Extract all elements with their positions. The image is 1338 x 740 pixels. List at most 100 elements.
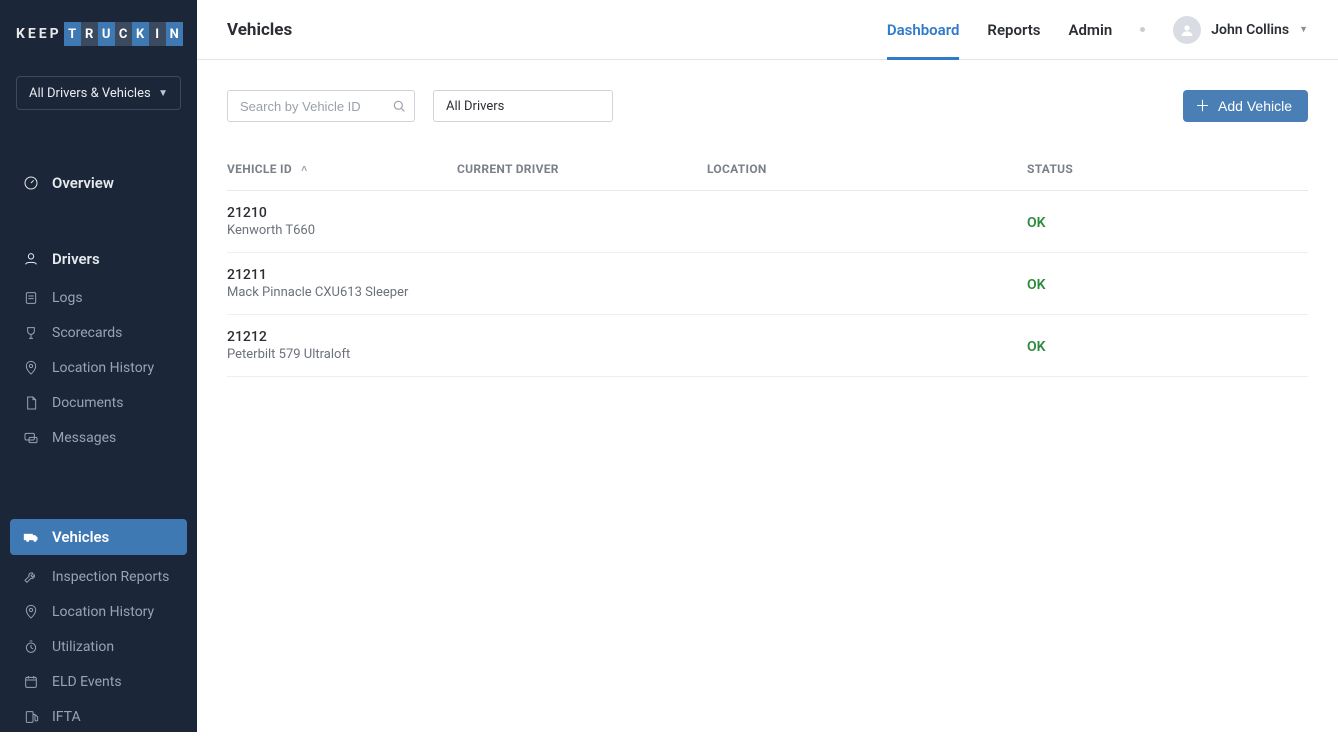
nav-reports[interactable]: Reports bbox=[987, 0, 1040, 60]
topbar: Vehicles Dashboard Reports Admin John Co… bbox=[197, 0, 1338, 60]
status-badge: OK bbox=[1027, 215, 1046, 231]
sidebar-item-utilization[interactable]: Utilization bbox=[0, 629, 197, 664]
col-current-driver[interactable]: CURRENT DRIVER bbox=[457, 162, 707, 191]
sidebar-item-ifta[interactable]: IFTA bbox=[0, 699, 197, 734]
vehicle-id: 21211 bbox=[227, 267, 449, 283]
sidebar-item-scorecards[interactable]: Scorecards bbox=[0, 315, 197, 350]
sidebar-item-label: Logs bbox=[52, 290, 83, 306]
sidebar-item-location-history-vehicles[interactable]: Location History bbox=[0, 594, 197, 629]
col-status[interactable]: STATUS bbox=[1027, 162, 1308, 191]
sidebar-item-label: ELD Events bbox=[52, 674, 122, 690]
search-input[interactable] bbox=[227, 90, 415, 122]
logo-letter: R bbox=[81, 22, 98, 46]
nav-group-drivers: Drivers Logs Scorecards Location History… bbox=[0, 232, 197, 461]
table-row[interactable]: 21210 Kenworth T660 OK bbox=[227, 191, 1308, 253]
logs-icon bbox=[22, 289, 40, 307]
sidebar-item-overview[interactable]: Overview bbox=[0, 162, 197, 204]
vehicle-id: 21212 bbox=[227, 329, 449, 345]
logo-letter: T bbox=[64, 22, 81, 46]
map-pin-icon bbox=[22, 359, 40, 377]
col-label: STATUS bbox=[1027, 162, 1073, 176]
sort-asc-icon: ˄ bbox=[301, 164, 307, 175]
calendar-icon bbox=[22, 673, 40, 691]
scope-label: All Drivers & Vehicles bbox=[29, 86, 151, 101]
status-badge: OK bbox=[1027, 277, 1046, 293]
status-badge: OK bbox=[1027, 339, 1046, 355]
col-label: VEHICLE ID bbox=[227, 162, 292, 176]
nav-admin[interactable]: Admin bbox=[1068, 0, 1112, 60]
avatar-icon bbox=[1173, 16, 1201, 44]
scope-selector[interactable]: All Drivers & Vehicles ▼ bbox=[16, 76, 181, 110]
vehicle-model: Peterbilt 579 Ultraloft bbox=[227, 347, 449, 362]
chat-icon bbox=[22, 429, 40, 447]
logo-letter: N bbox=[166, 22, 183, 46]
user-icon bbox=[22, 250, 40, 268]
nav-divider-dot bbox=[1140, 27, 1145, 32]
cell-location bbox=[707, 253, 1027, 315]
sidebar-item-label: Utilization bbox=[52, 639, 114, 655]
sidebar-item-label: Inspection Reports bbox=[52, 569, 169, 585]
plus-icon: ＋ bbox=[1195, 99, 1210, 114]
page-title: Vehicles bbox=[227, 20, 292, 40]
fuel-icon bbox=[22, 708, 40, 726]
nav-group-vehicles: Vehicles Inspection Reports Location His… bbox=[0, 509, 197, 740]
cell-location bbox=[707, 315, 1027, 377]
table-row[interactable]: 21211 Mack Pinnacle CXU613 Sleeper OK bbox=[227, 253, 1308, 315]
table-row[interactable]: 21212 Peterbilt 579 Ultraloft OK bbox=[227, 315, 1308, 377]
sidebar-item-label: Overview bbox=[52, 174, 114, 192]
sidebar-item-label: Documents bbox=[52, 395, 123, 411]
trophy-icon bbox=[22, 324, 40, 342]
vehicles-table-wrapper: VEHICLE ID ˄ CURRENT DRIVER LOCATION STA… bbox=[197, 122, 1338, 377]
add-vehicle-label: Add Vehicle bbox=[1218, 98, 1292, 114]
cell-driver bbox=[457, 191, 707, 253]
sidebar-item-logs[interactable]: Logs bbox=[0, 280, 197, 315]
gauge-icon bbox=[22, 174, 40, 192]
sidebar-item-label: Vehicles bbox=[52, 528, 109, 546]
vehicle-model: Mack Pinnacle CXU613 Sleeper bbox=[227, 285, 449, 300]
caret-down-icon: ▼ bbox=[1299, 24, 1308, 35]
wrench-icon bbox=[22, 568, 40, 586]
table-header-row: VEHICLE ID ˄ CURRENT DRIVER LOCATION STA… bbox=[227, 162, 1308, 191]
stopwatch-icon bbox=[22, 638, 40, 656]
toolbar: All Drivers ＋ Add Vehicle bbox=[197, 60, 1338, 122]
driver-filter-select[interactable]: All Drivers bbox=[433, 90, 613, 122]
logo-letter: C bbox=[115, 22, 132, 46]
col-vehicle-id[interactable]: VEHICLE ID ˄ bbox=[227, 162, 457, 191]
sidebar-item-label: IFTA bbox=[52, 709, 81, 725]
add-vehicle-button[interactable]: ＋ Add Vehicle bbox=[1183, 90, 1308, 122]
map-pin-icon bbox=[22, 603, 40, 621]
main-content: Vehicles Dashboard Reports Admin John Co… bbox=[197, 0, 1338, 732]
sidebar-item-label: Messages bbox=[52, 430, 116, 446]
sidebar-item-inspection-reports[interactable]: Inspection Reports bbox=[0, 559, 197, 594]
sidebar-item-eld-events[interactable]: ELD Events bbox=[0, 664, 197, 699]
vehicle-id: 21210 bbox=[227, 205, 449, 221]
sidebar-item-label: Location History bbox=[52, 360, 154, 376]
sidebar-item-messages[interactable]: Messages bbox=[0, 420, 197, 455]
sidebar-item-label: Drivers bbox=[52, 250, 100, 268]
sidebar-item-vehicles[interactable]: Vehicles bbox=[10, 519, 187, 555]
user-menu[interactable]: John Collins ▼ bbox=[1173, 16, 1308, 44]
truck-icon bbox=[22, 528, 40, 546]
sidebar-item-drivers[interactable]: Drivers bbox=[0, 238, 197, 280]
sidebar-item-label: Location History bbox=[52, 604, 154, 620]
brand-logo: KEEP T R U C K I N bbox=[0, 0, 197, 64]
vehicles-table: VEHICLE ID ˄ CURRENT DRIVER LOCATION STA… bbox=[227, 162, 1308, 377]
cell-location bbox=[707, 191, 1027, 253]
sidebar-item-label: Scorecards bbox=[52, 325, 122, 341]
logo-letter: U bbox=[98, 22, 115, 46]
logo-text-truckin: T R U C K I N bbox=[64, 22, 183, 46]
logo-letter: I bbox=[149, 22, 166, 46]
vehicle-model: Kenworth T660 bbox=[227, 223, 449, 238]
sidebar-item-documents[interactable]: Documents bbox=[0, 385, 197, 420]
logo-text-keep: KEEP bbox=[16, 26, 62, 42]
user-name: John Collins bbox=[1211, 22, 1289, 38]
logo-letter: K bbox=[132, 22, 149, 46]
driver-filter-label: All Drivers bbox=[446, 99, 504, 114]
sidebar-item-location-history[interactable]: Location History bbox=[0, 350, 197, 385]
col-label: CURRENT DRIVER bbox=[457, 162, 559, 176]
col-label: LOCATION bbox=[707, 162, 767, 176]
col-location[interactable]: LOCATION bbox=[707, 162, 1027, 191]
nav-dashboard[interactable]: Dashboard bbox=[887, 0, 960, 60]
search-box bbox=[227, 90, 415, 122]
cell-driver bbox=[457, 315, 707, 377]
